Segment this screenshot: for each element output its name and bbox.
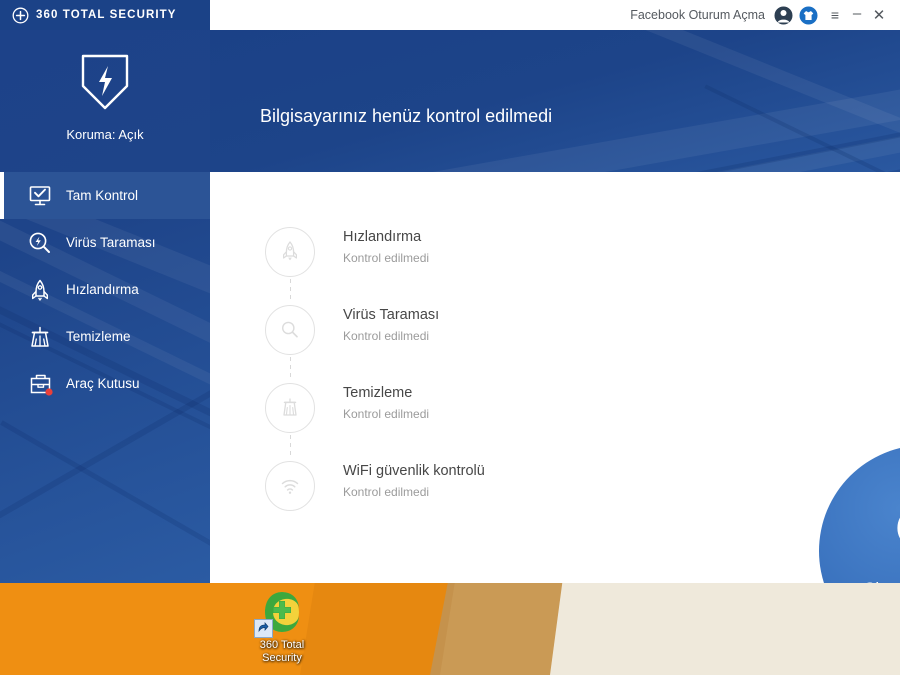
checklist-item-title: Temizleme: [343, 385, 413, 401]
status-banner: Bilgisayarınız henüz kontrol edilmedi: [210, 30, 900, 172]
facebook-login-link[interactable]: Facebook Oturum Açma: [630, 8, 765, 22]
monitor-check-icon: [28, 184, 52, 208]
desktop-icon-label: 360 Total Security: [259, 639, 305, 664]
brand-title: 360 TOTAL SECURITY: [36, 9, 177, 21]
sidebar-item-label: Araç Kutusu: [66, 376, 140, 391]
sidebar-item-arac-kutusu[interactable]: Araç Kutusu: [0, 360, 210, 407]
toolbox-icon: [28, 372, 53, 396]
magnifier-circle-icon: [265, 305, 315, 355]
checklist-item-status: Kontrol edilmedi: [343, 485, 430, 499]
rocket-icon: [28, 278, 52, 302]
checklist-item-text: Temizleme Kontrol edilmedi: [343, 384, 429, 421]
checklist-item-title: Virüs Taraması: [343, 307, 440, 323]
banner-title: Bilgisayarınız henüz kontrol edilmedi: [260, 106, 553, 126]
wifi-circle-icon: [265, 461, 315, 511]
application-window: 360 TOTAL SECURITY Facebook Oturum Açma …: [0, 0, 900, 583]
sidebar-item-label: Tam Kontrol: [66, 188, 139, 203]
desktop-icon-360-total-security[interactable]: 360 Total Security: [240, 588, 324, 665]
sidebar-decoration-line-4: [0, 420, 210, 583]
checklist-item-status: Kontrol edilmedi: [343, 329, 430, 343]
sidebar-item-label: Temizleme: [66, 329, 131, 344]
broom-circle-icon: [265, 383, 315, 433]
checklist-item-hizlandirma[interactable]: Hızlandırma Kontrol edilmedi: [265, 222, 565, 300]
checklist-connector: [290, 357, 291, 378]
minimize-button[interactable]: –: [846, 2, 868, 28]
scan-now-label: Şimdi Kontrol Et: [864, 579, 900, 583]
sidebar-item-hizlandirma[interactable]: Hızlandırma: [0, 266, 210, 313]
broom-icon: [28, 325, 52, 349]
user-avatar-icon[interactable]: [774, 6, 793, 25]
checklist-item-text: Hızlandırma Kontrol edilmedi: [343, 228, 429, 265]
checklist-connector: [290, 435, 291, 456]
checklist-item-wifi-guvenlik[interactable]: WiFi güvenlik kontrolü Kontrol edilmedi: [265, 456, 565, 534]
shortcut-arrow-badge-icon: [254, 619, 273, 638]
rocket-circle-icon: [265, 227, 315, 277]
sidebar-item-temizleme[interactable]: Temizleme: [0, 313, 210, 360]
sidebar-item-tam-kontrol[interactable]: Tam Kontrol: [0, 172, 210, 219]
shirt-badge-icon[interactable]: [799, 6, 818, 25]
title-bar: 360 TOTAL SECURITY Facebook Oturum Açma …: [0, 0, 900, 30]
checklist-item-virus-taramasi[interactable]: Virüs Taraması Kontrol edilmedi: [265, 300, 565, 378]
checklist-item-title: WiFi güvenlik kontrolü: [343, 463, 485, 479]
protection-status-block: Koruma: Açık: [0, 48, 210, 142]
360-logo-icon: [254, 588, 306, 638]
sidebar-nav: Tam Kontrol Virüs Taraması Hızlandırma T…: [0, 172, 210, 407]
checklist-item-temizleme[interactable]: Temizleme Kontrol edilmedi: [265, 378, 565, 456]
scan-now-button[interactable]: Şimdi Kontrol Et: [819, 445, 900, 583]
checklist-item-status: Kontrol edilmedi: [343, 251, 430, 265]
magnifier-icon: [888, 499, 900, 573]
circle-plus-icon: [12, 7, 29, 24]
checklist-item-title: Hızlandırma: [343, 229, 422, 245]
checklist-item-text: WiFi güvenlik kontrolü Kontrol edilmedi: [343, 462, 485, 499]
menu-button[interactable]: ≡: [824, 4, 846, 26]
sidebar: Koruma: Açık Tam Kontrol Virüs Taraması …: [0, 30, 210, 583]
sidebar-item-virus-taramasi[interactable]: Virüs Taraması: [0, 219, 210, 266]
sidebar-item-label: Virüs Taraması: [66, 235, 156, 250]
scan-bolt-icon: [28, 231, 52, 255]
shield-bolt-icon: [75, 54, 135, 118]
sidebar-item-label: Hızlandırma: [66, 282, 139, 297]
checklist-item-status: Kontrol edilmedi: [343, 407, 430, 421]
checklist: Hızlandırma Kontrol edilmedi Virüs Taram…: [265, 222, 565, 534]
main-content: Hızlandırma Kontrol edilmedi Virüs Taram…: [210, 172, 900, 583]
protection-status-label: Koruma: Açık: [66, 127, 144, 142]
checklist-item-text: Virüs Taraması Kontrol edilmedi: [343, 306, 439, 343]
titlebar-controls: Facebook Oturum Açma ≡ – ✕: [630, 0, 900, 30]
checklist-connector: [290, 279, 291, 300]
brand-area: 360 TOTAL SECURITY: [0, 0, 210, 30]
close-button[interactable]: ✕: [868, 4, 890, 26]
